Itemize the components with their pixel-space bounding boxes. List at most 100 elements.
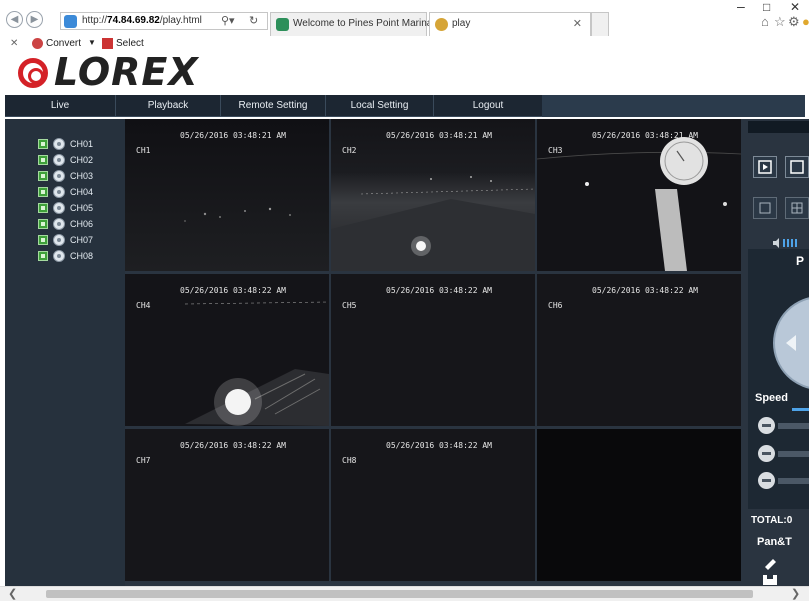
record-icon[interactable] — [38, 155, 48, 165]
chevron-down-icon[interactable]: ▼ — [88, 38, 96, 47]
live-view-icon[interactable] — [53, 170, 65, 182]
select-icon — [102, 38, 113, 49]
video-cell-ch6[interactable]: 05/26/2016 03:48:22 AM CH6 — [537, 274, 741, 426]
live-view-icon[interactable] — [53, 234, 65, 246]
video-cell-ch7[interactable]: 05/26/2016 03:48:22 AM CH7 — [125, 429, 329, 581]
record-icon[interactable] — [38, 219, 48, 229]
record-icon[interactable] — [38, 235, 48, 245]
home-icon[interactable]: ⌂ — [761, 14, 769, 29]
play-icon — [758, 160, 772, 174]
pan-tilt-label: Pan&T — [757, 536, 792, 548]
page-favicon-icon — [64, 15, 77, 28]
convert-icon — [32, 38, 43, 49]
smiley-icon[interactable]: ● — [802, 14, 809, 29]
iris-track[interactable] — [778, 478, 809, 484]
ptz-control: P Speed — [748, 249, 809, 509]
camera-feed-ch1 — [125, 119, 329, 271]
live-view-icon[interactable] — [53, 250, 65, 262]
layout-single-button[interactable] — [753, 197, 777, 219]
snapshot-button[interactable] — [785, 156, 809, 178]
focus-track[interactable] — [778, 451, 809, 457]
browser-toolbar: ◀ ▶ http://74.84.69.82/play.html ⚲▾ ↻ We… — [0, 0, 809, 36]
back-icon[interactable]: ◀ — [6, 11, 23, 28]
wrench-icon[interactable] — [761, 555, 781, 585]
video-grid: 05/26/2016 03:48:21 AM CH1 05/26/2016 03… — [125, 119, 741, 586]
live-view-icon[interactable] — [53, 186, 65, 198]
channel-item[interactable]: CH05 — [38, 202, 118, 216]
close-tab-icon[interactable]: ✕ — [573, 17, 582, 30]
menu-remote-setting[interactable]: Remote Setting — [220, 95, 325, 117]
horizontal-scrollbar[interactable]: ❮ ❯ — [0, 586, 809, 601]
video-cell-ch4[interactable]: 05/26/2016 03:48:22 AM CH4 — [125, 274, 329, 426]
layout-quad-button[interactable] — [785, 197, 809, 219]
live-view-icon[interactable] — [53, 218, 65, 230]
volume-icon[interactable] — [771, 237, 809, 249]
refresh-icon[interactable]: ↻ — [249, 14, 258, 27]
address-bar[interactable]: http://74.84.69.82/play.html ⚲▾ ↻ — [60, 12, 268, 30]
channel-item[interactable]: CH01 — [38, 138, 118, 152]
focus-out-icon[interactable] — [758, 445, 775, 462]
channel-item[interactable]: CH08 — [38, 250, 118, 264]
video-cell-ch3[interactable]: 05/26/2016 03:48:21 AM CH3 — [537, 119, 741, 271]
select-button[interactable]: Select — [116, 38, 144, 49]
record-icon[interactable] — [38, 187, 48, 197]
live-view-icon[interactable] — [53, 138, 65, 150]
ptz-joystick-icon[interactable] — [772, 295, 809, 395]
minimize-icon[interactable]: – — [737, 0, 745, 14]
menu-spacer — [542, 95, 805, 117]
close-bar-icon[interactable]: ✕ — [10, 38, 18, 49]
scroll-left-icon[interactable]: ❮ — [8, 587, 17, 601]
iris-out-icon[interactable] — [758, 472, 775, 489]
channel-item[interactable]: CH03 — [38, 170, 118, 184]
menu-logout[interactable]: Logout — [433, 95, 542, 117]
channel-item[interactable]: CH04 — [38, 186, 118, 200]
speed-label: Speed — [755, 392, 789, 404]
video-cell-empty[interactable] — [537, 429, 741, 581]
record-icon[interactable] — [38, 171, 48, 181]
video-cell-ch2[interactable]: 05/26/2016 03:48:21 AM CH2 — [331, 119, 535, 271]
camera-feed-ch2 — [331, 119, 535, 271]
new-tab-button[interactable] — [591, 12, 609, 36]
control-panel: P Speed TOTAL:0 Pan&T — [741, 119, 809, 586]
tab-favicon-icon — [435, 18, 448, 31]
quad-view-icon — [791, 202, 803, 214]
speed-slider[interactable] — [792, 408, 809, 411]
tab-play[interactable]: play ✕ — [429, 12, 591, 36]
logo-mark-icon — [18, 58, 48, 88]
scroll-right-icon[interactable]: ❯ — [791, 587, 800, 601]
main-menu: Live Playback Remote Setting Local Setti… — [5, 95, 805, 117]
convert-button[interactable]: Convert — [46, 38, 81, 49]
url-text: http://74.84.69.82/play.html — [82, 15, 202, 26]
close-window-icon[interactable]: ✕ — [790, 0, 800, 14]
video-cell-ch1[interactable]: 05/26/2016 03:48:21 AM CH1 — [125, 119, 329, 271]
menu-live[interactable]: Live — [5, 95, 115, 117]
ptz-label: P — [796, 254, 805, 268]
search-icon[interactable]: ⚲▾ — [221, 14, 235, 27]
single-view-icon — [759, 202, 771, 214]
record-icon[interactable] — [38, 251, 48, 261]
record-icon[interactable] — [38, 139, 48, 149]
camera-feed-ch3 — [537, 119, 741, 271]
tab-title: Welcome to Pines Point Marina — [293, 18, 433, 29]
scroll-thumb[interactable] — [46, 590, 753, 598]
zoom-out-icon[interactable] — [758, 417, 775, 434]
video-cell-ch8[interactable]: 05/26/2016 03:48:22 AM CH8 — [331, 429, 535, 581]
menu-playback[interactable]: Playback — [115, 95, 220, 117]
live-view-icon[interactable] — [53, 202, 65, 214]
channel-item[interactable]: CH02 — [38, 154, 118, 168]
settings-icon[interactable]: ⚙ — [788, 14, 800, 30]
video-cell-ch5[interactable]: 05/26/2016 03:48:22 AM CH5 — [331, 274, 535, 426]
live-view-icon[interactable] — [53, 154, 65, 166]
play-button[interactable] — [753, 156, 777, 178]
forward-icon[interactable]: ▶ — [26, 11, 43, 28]
menu-local-setting[interactable]: Local Setting — [325, 95, 433, 117]
record-icon[interactable] — [38, 203, 48, 213]
favorites-icon[interactable]: ☆ — [774, 14, 786, 30]
zoom-track[interactable] — [778, 423, 809, 429]
tab-pines-point-marina[interactable]: Welcome to Pines Point Marina — [270, 12, 432, 36]
record-file-icon — [790, 160, 804, 174]
maximize-icon[interactable]: □ — [763, 0, 770, 14]
channel-item[interactable]: CH06 — [38, 218, 118, 232]
panel-header — [748, 121, 809, 133]
channel-item[interactable]: CH07 — [38, 234, 118, 248]
